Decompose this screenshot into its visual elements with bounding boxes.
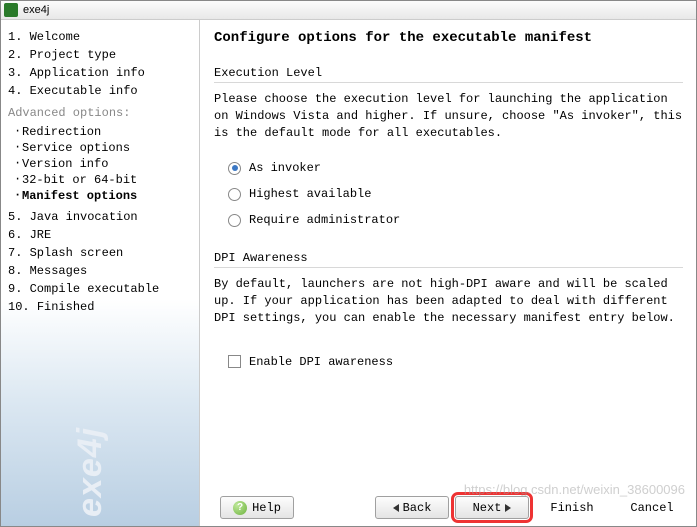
radio-icon (228, 162, 241, 175)
brand-logo: exe4j (71, 427, 110, 517)
substep-redirection[interactable]: Redirection (8, 124, 195, 140)
radio-require-administrator[interactable]: Require administrator (228, 213, 683, 227)
watermark: https://blog.csdn.net/weixin_38600096 (464, 482, 685, 497)
step-messages[interactable]: 8. Messages (8, 262, 195, 280)
back-button[interactable]: Back (375, 496, 449, 519)
triangle-left-icon (393, 504, 399, 512)
app-icon (4, 3, 18, 17)
help-icon: ? (233, 501, 247, 515)
page-title: Configure options for the executable man… (214, 30, 683, 46)
radio-label: Highest available (249, 187, 371, 201)
step-finished[interactable]: 10. Finished (8, 298, 195, 316)
substep-version-info[interactable]: Version info (8, 156, 195, 172)
step-compile-executable[interactable]: 9. Compile executable (8, 280, 195, 298)
main-area: 1. Welcome 2. Project type 3. Applicatio… (0, 20, 697, 527)
advanced-options-label: Advanced options: (8, 104, 195, 122)
group-execution-level: Execution Level (214, 66, 683, 83)
triangle-right-icon (505, 504, 511, 512)
substep-manifest-options[interactable]: Manifest options (8, 188, 195, 204)
radio-icon (228, 188, 241, 201)
radio-as-invoker[interactable]: As invoker (228, 161, 683, 175)
sidebar: 1. Welcome 2. Project type 3. Applicatio… (0, 20, 200, 527)
substep-32-64-bit[interactable]: 32-bit or 64-bit (8, 172, 195, 188)
substep-service-options[interactable]: Service options (8, 140, 195, 156)
group-dpi-awareness: DPI Awareness (214, 251, 683, 268)
cancel-button[interactable]: Cancel (615, 496, 689, 519)
radio-icon (228, 214, 241, 227)
help-button[interactable]: ? Help (220, 496, 294, 519)
substep-list: Redirection Service options Version info… (8, 124, 195, 204)
dpi-awareness-desc: By default, launchers are not high-DPI a… (214, 276, 683, 326)
execution-level-desc: Please choose the execution level for la… (214, 91, 683, 141)
step-java-invocation[interactable]: 5. Java invocation (8, 208, 195, 226)
next-button[interactable]: Next (455, 496, 529, 519)
content-area: Configure options for the executable man… (200, 20, 697, 527)
button-bar: ? Help Back Next Finish Cancel (214, 496, 689, 519)
checkbox-icon (228, 355, 241, 368)
step-application-info[interactable]: 3. Application info (8, 64, 195, 82)
step-executable-info[interactable]: 4. Executable info (8, 82, 195, 100)
step-project-type[interactable]: 2. Project type (8, 46, 195, 64)
checkbox-enable-dpi[interactable]: Enable DPI awareness (228, 355, 683, 369)
step-jre[interactable]: 6. JRE (8, 226, 195, 244)
step-list: 1. Welcome 2. Project type 3. Applicatio… (8, 28, 195, 316)
step-welcome[interactable]: 1. Welcome (8, 28, 195, 46)
radio-label: Require administrator (249, 213, 400, 227)
finish-button[interactable]: Finish (535, 496, 609, 519)
radio-label: As invoker (249, 161, 321, 175)
title-bar: exe4j (0, 0, 697, 20)
step-splash-screen[interactable]: 7. Splash screen (8, 244, 195, 262)
window-title: exe4j (23, 4, 49, 16)
checkbox-label: Enable DPI awareness (249, 355, 393, 369)
radio-highest-available[interactable]: Highest available (228, 187, 683, 201)
